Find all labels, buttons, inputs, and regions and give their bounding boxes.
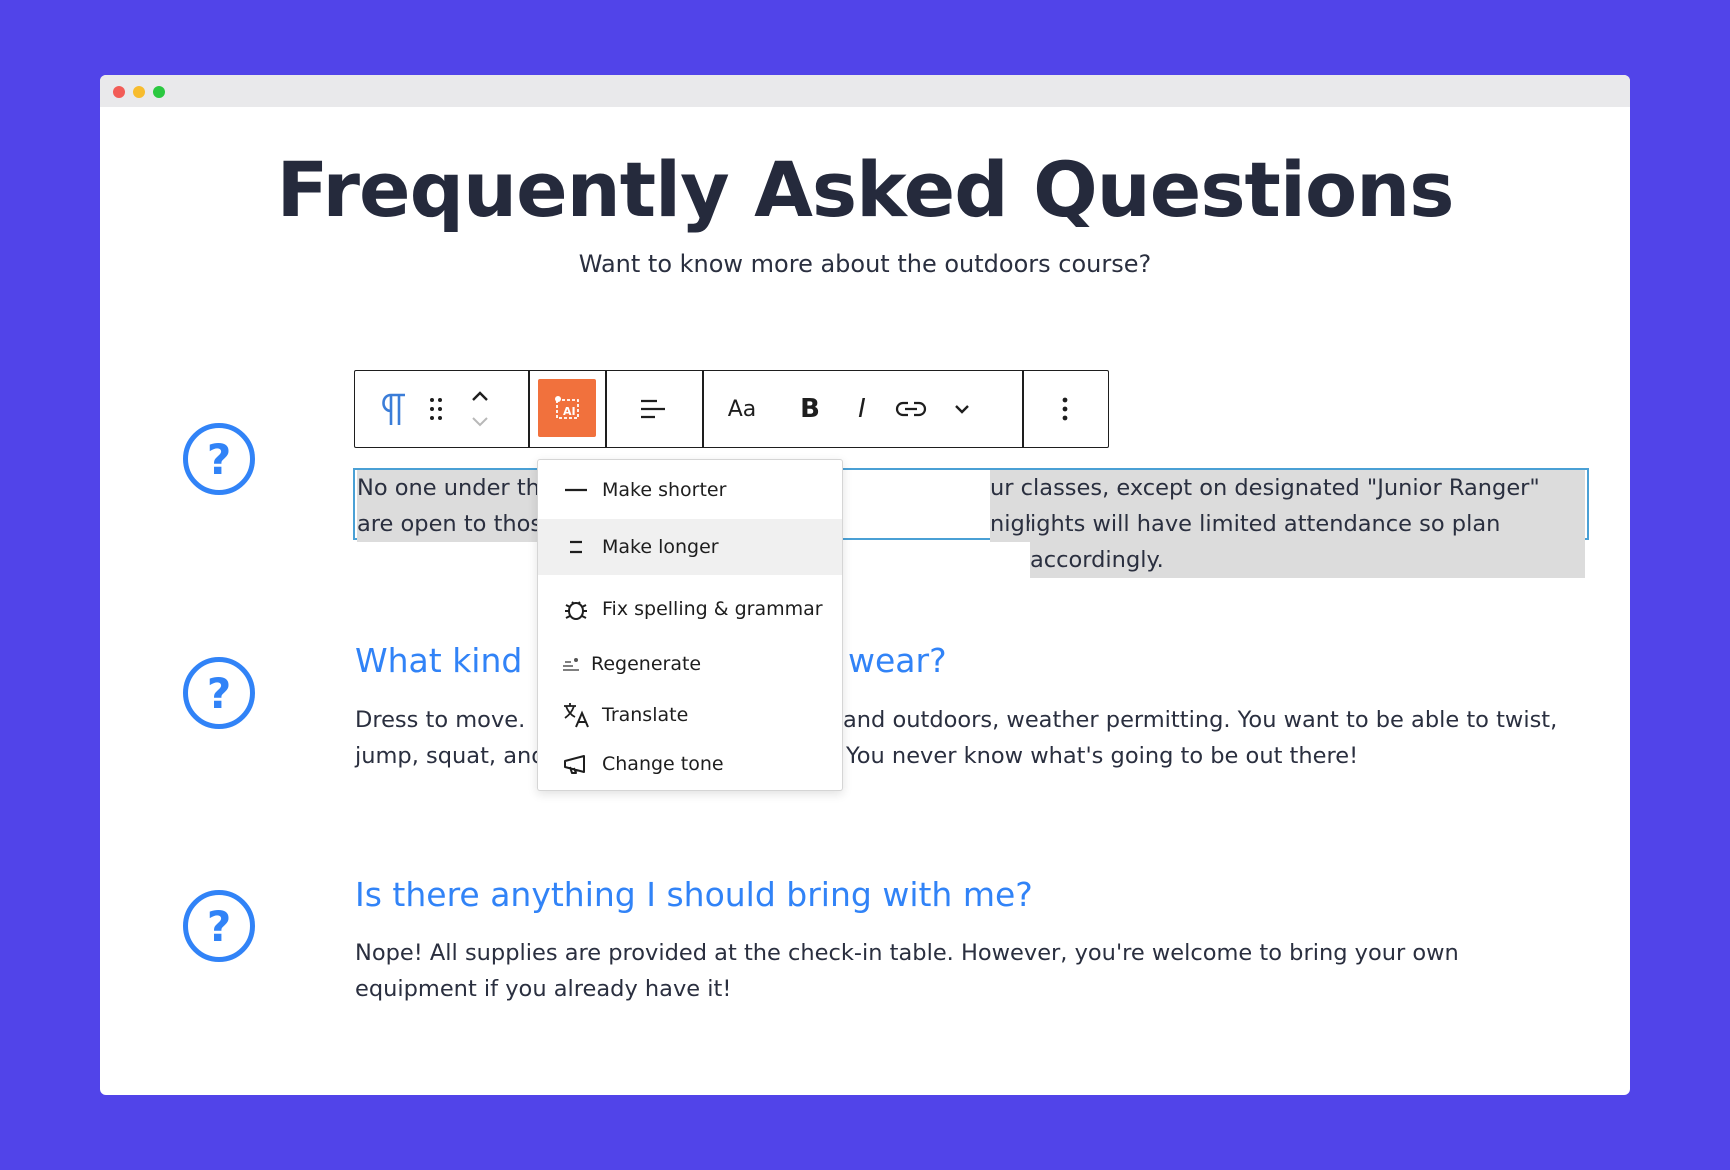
answer-text: ights will have limited attendance so pl… [1030, 506, 1585, 578]
menu-item-label: Fix spelling & grammar [602, 598, 823, 620]
answer-text: No one under th [357, 470, 540, 506]
block-toolbar: AI Aa B I [354, 370, 1109, 448]
close-window-button[interactable] [113, 86, 125, 98]
menu-item-regenerate[interactable]: Regenerate [538, 640, 842, 688]
bug-icon [562, 595, 590, 623]
link-icon[interactable] [891, 371, 931, 447]
faq-question-3[interactable]: Is there anything I should bring with me… [355, 875, 1585, 914]
ai-assistant-icon: AI [555, 396, 579, 419]
question-text: What kind [355, 641, 523, 680]
menu-item-label: Translate [602, 704, 689, 726]
minus-icon [562, 476, 590, 504]
move-up-icon[interactable] [467, 383, 493, 409]
move-down-icon[interactable] [467, 409, 493, 435]
svg-text:AI: AI [563, 405, 576, 418]
minimize-window-button[interactable] [133, 86, 145, 98]
megaphone-icon [562, 750, 590, 778]
answer-text: Dress to move. [355, 707, 526, 733]
page-subtitle: Want to know more about the outdoors cou… [578, 250, 1152, 278]
question-circle-icon: ? [183, 657, 255, 729]
question-text: wear? [848, 641, 947, 680]
menu-item-label: Make shorter [602, 479, 727, 501]
paragraph-icon[interactable] [373, 371, 413, 447]
menu-item-translate[interactable]: Translate [538, 691, 842, 739]
more-formatting-icon[interactable] [947, 371, 977, 447]
faq-answer-3[interactable]: Nope! All supplies are provided at the c… [355, 935, 1515, 1007]
page-title: Frequently Asked Questions [276, 145, 1454, 234]
menu-item-fix-spelling[interactable]: Fix spelling & grammar [538, 581, 842, 637]
question-circle-icon: ? [183, 423, 255, 495]
ai-assistant-button[interactable]: AI [538, 379, 596, 437]
equals-icon [562, 533, 590, 561]
maximize-window-button[interactable] [153, 86, 165, 98]
menu-item-label: Make longer [602, 536, 719, 558]
window-titlebar [100, 75, 1630, 107]
answer-text: jump, squat, and [355, 743, 546, 769]
drag-handle-icon[interactable] [423, 371, 449, 447]
regenerate-icon [560, 650, 582, 678]
italic-icon[interactable]: I [847, 371, 877, 447]
menu-item-make-shorter[interactable]: Make shorter [538, 466, 842, 514]
align-left-icon[interactable] [637, 371, 669, 447]
question-circle-icon: ? [183, 890, 255, 962]
menu-item-label: Change tone [602, 753, 724, 775]
translate-icon [562, 701, 590, 729]
bold-icon[interactable]: B [795, 371, 825, 447]
menu-item-change-tone[interactable]: Change tone [538, 740, 842, 788]
answer-text: are open to thos [357, 506, 543, 542]
text-size-icon[interactable]: Aa [720, 371, 764, 447]
answer-text: and outdoors, weather permitting. You wa… [843, 707, 1558, 733]
menu-item-make-longer[interactable]: Make longer [538, 519, 842, 575]
menu-item-label: Regenerate [591, 653, 702, 675]
ai-actions-menu: Make shorter Make longer Fix spelling & … [537, 459, 843, 791]
answer-text: You never know what's going to be out th… [846, 743, 1359, 769]
browser-window: Frequently Asked Questions Want to know … [100, 75, 1630, 1095]
options-icon[interactable] [1050, 371, 1080, 447]
